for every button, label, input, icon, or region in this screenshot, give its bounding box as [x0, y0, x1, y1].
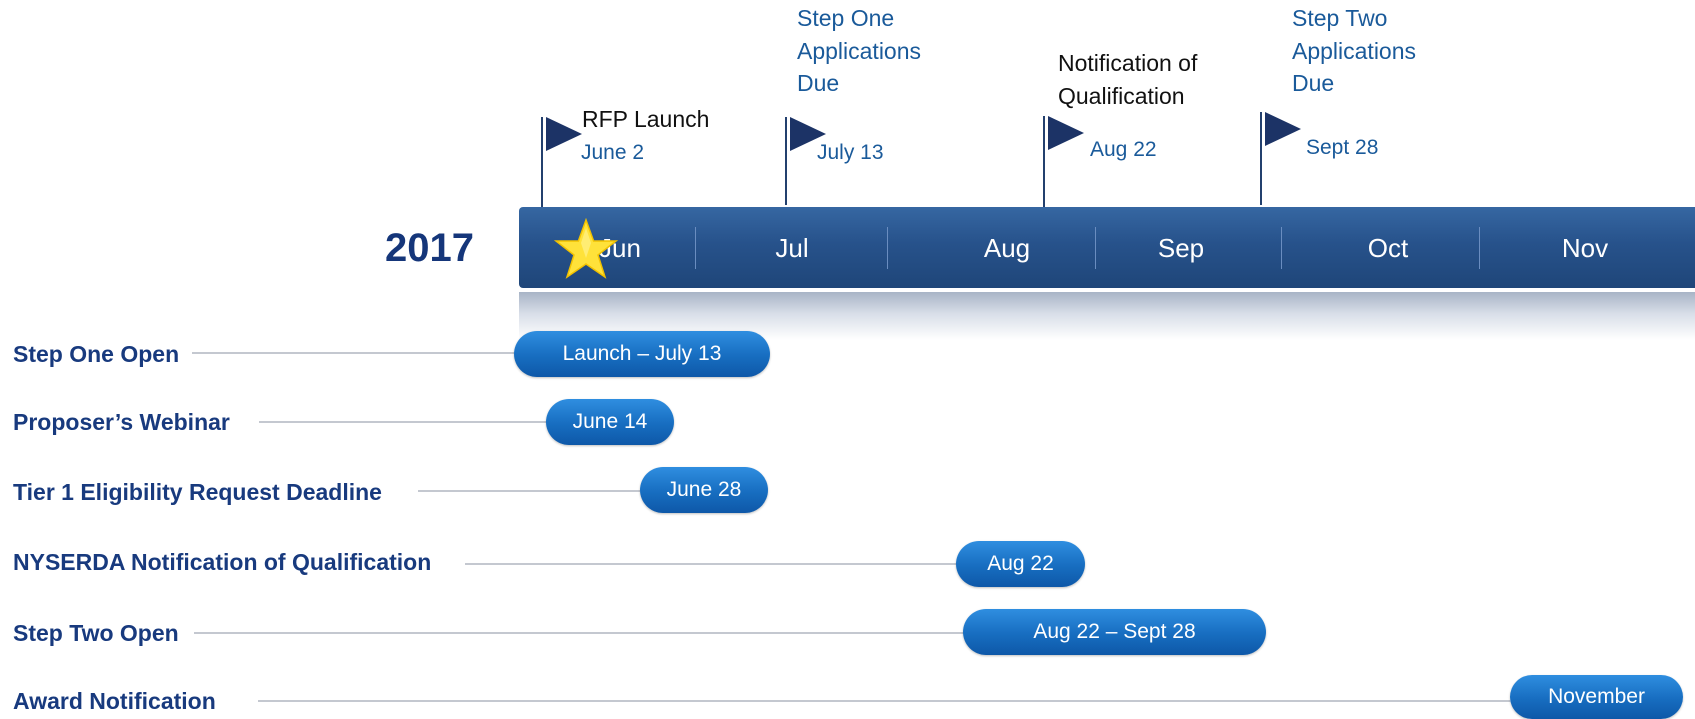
- month-divider: [887, 227, 888, 269]
- row-bar-tier1-deadline: June 28: [640, 467, 768, 513]
- row-bar-step-one-open: Launch – July 13: [514, 331, 770, 377]
- month-label: Nov: [1561, 233, 1609, 263]
- milestone-title: Step Two Applications Due: [1292, 5, 1417, 96]
- row-connector: [465, 563, 957, 565]
- month-divider: [1281, 227, 1282, 269]
- row-connector: [259, 421, 547, 423]
- row-label-proposers-webinar: Proposer’s Webinar: [13, 409, 230, 435]
- month-band: Jun Jul Aug Sep Oct Nov: [519, 207, 1695, 288]
- milestone-title: Notification of Qualification: [1058, 50, 1198, 109]
- row-bar-award-notification: November: [1510, 675, 1683, 719]
- milestone-title: Step One Applications Due: [797, 5, 922, 96]
- month-divider: [695, 227, 696, 269]
- row-bar-proposers-webinar: June 14: [546, 399, 674, 445]
- milestone-title: RFP Launch: [582, 106, 710, 132]
- row-label-step-two-open: Step Two Open: [13, 620, 179, 646]
- milestone-pole: [785, 117, 787, 205]
- star-icon: [553, 218, 619, 279]
- row-label-tier1-deadline: Tier 1 Eligibility Request Deadline: [13, 479, 382, 505]
- row-label-award-notification: Award Notification: [13, 688, 216, 714]
- flag-icon: [546, 117, 582, 151]
- month-label: Jul: [775, 233, 809, 263]
- milestone-pole: [541, 117, 543, 207]
- month-label: Sep: [1157, 233, 1205, 263]
- milestone-date: Aug 22: [1090, 138, 1157, 161]
- month-divider: [1479, 227, 1480, 269]
- row-connector: [192, 352, 514, 354]
- milestone-pole: [1260, 112, 1262, 205]
- flag-icon: [1265, 112, 1301, 146]
- month-label: Oct: [1367, 233, 1409, 263]
- row-label-step-one-open: Step One Open: [13, 341, 180, 367]
- row-connector: [194, 632, 964, 634]
- row-bar-nyserda-notification: Aug 22: [956, 541, 1085, 587]
- milestone-date: Sept 28: [1306, 136, 1379, 159]
- milestone-date: July 13: [817, 141, 884, 164]
- month-divider: [1095, 227, 1096, 269]
- row-connector: [418, 490, 640, 492]
- milestone-pole: [1043, 116, 1045, 207]
- row-bar-step-two-open: Aug 22 – Sept 28: [963, 609, 1266, 655]
- flag-icon: [1048, 116, 1084, 150]
- row-connector: [258, 700, 1510, 702]
- row-label-nyserda-notification: NYSERDA Notification of Qualification: [13, 549, 432, 575]
- year-label: 2017: [385, 226, 474, 270]
- milestone-date: June 2: [581, 141, 645, 164]
- month-label: Aug: [983, 233, 1031, 263]
